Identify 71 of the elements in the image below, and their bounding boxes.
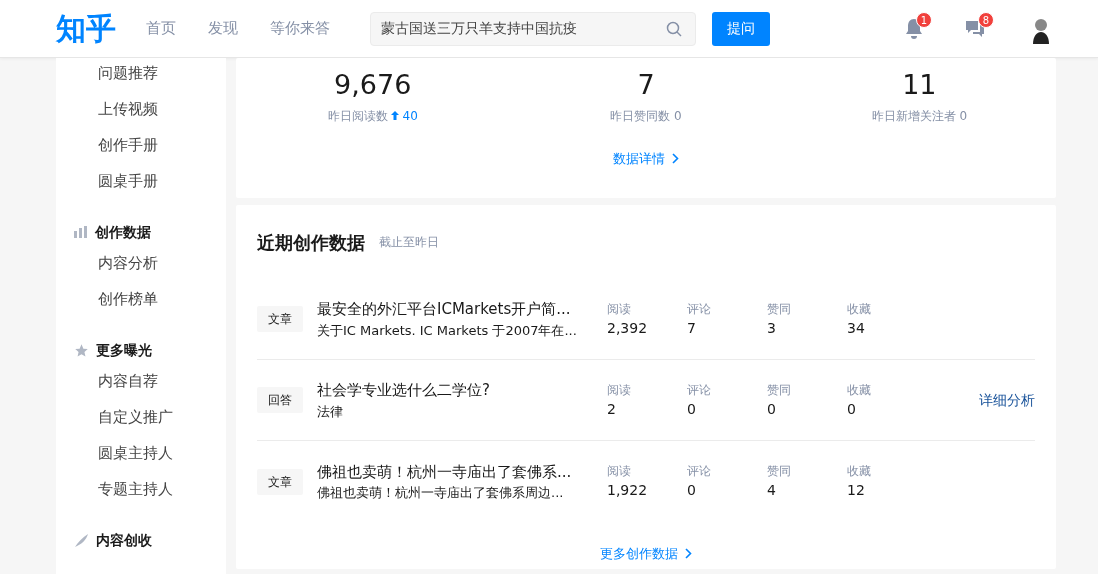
metric-value: 0 bbox=[767, 399, 777, 419]
post-title[interactable]: 社会学专业选什么二学位? bbox=[317, 379, 607, 402]
post-excerpt: 法律 bbox=[317, 402, 344, 421]
metric-label: 评论 bbox=[687, 300, 712, 318]
sidebar-item[interactable]: 上传视频 bbox=[56, 96, 226, 132]
metric-value: 2 bbox=[607, 399, 617, 419]
group-title: 创作数据 bbox=[95, 222, 151, 242]
sidebar-item[interactable]: 圆桌主持人 bbox=[56, 440, 226, 476]
type-tag: 文章 bbox=[257, 306, 303, 332]
metric-label: 阅读 bbox=[607, 463, 632, 480]
star-icon bbox=[74, 342, 89, 358]
sidebar-item[interactable]: 问题推荐 bbox=[56, 60, 226, 96]
metric-value: 0 bbox=[687, 481, 697, 500]
metric-label: 收藏 bbox=[847, 463, 872, 480]
stat-value: 11 bbox=[901, 70, 938, 100]
metric-label: 阅读 bbox=[607, 381, 632, 399]
search-field[interactable]: 蒙古国送三万只羊支持中国抗疫 bbox=[370, 11, 696, 46]
metric-label: 评论 bbox=[687, 381, 712, 399]
sidebar-item[interactable]: 自定义推广 bbox=[56, 404, 226, 440]
metric-label: 收藏 bbox=[847, 300, 872, 318]
metric-label: 赞同 bbox=[767, 381, 792, 399]
leaf-icon bbox=[74, 532, 89, 548]
search-icon[interactable] bbox=[666, 20, 682, 37]
metric-value: 4 bbox=[767, 481, 777, 500]
detail-link[interactable]: 详细分析 bbox=[979, 389, 1035, 411]
stat-delta: 40 bbox=[402, 107, 418, 125]
up-arrow-icon bbox=[391, 111, 399, 121]
metric-label: 赞同 bbox=[767, 463, 792, 480]
metric-value: 0 bbox=[847, 399, 857, 419]
sidebar-item[interactable]: 专题主持人 bbox=[56, 476, 226, 512]
metric-value: 7 bbox=[687, 318, 697, 338]
metric-value: 12 bbox=[847, 481, 866, 500]
sidebar-item[interactable]: 内容分析 bbox=[56, 250, 226, 286]
type-tag: 文章 bbox=[257, 468, 303, 495]
metric-value: 3 bbox=[767, 318, 777, 338]
post-excerpt: 关于IC Markets. IC Markets 于2007年在... bbox=[317, 321, 578, 340]
sidebar-item[interactable]: 内容自荐 bbox=[56, 368, 226, 404]
metric-label: 评论 bbox=[687, 463, 712, 480]
type-tag: 回答 bbox=[257, 387, 303, 413]
chevron-right-icon bbox=[672, 152, 679, 164]
metric-value: 0 bbox=[687, 399, 697, 419]
post-title[interactable]: 最安全的外汇平台ICMarkets开户简... bbox=[317, 298, 607, 321]
group-title: 更多曝光 bbox=[96, 340, 152, 360]
count-badge: 1 bbox=[916, 11, 932, 28]
section-title: 近期创作数据 bbox=[257, 230, 365, 255]
post-title[interactable]: 佛祖也卖萌！杭州一寺庙出了套佛系... bbox=[317, 460, 607, 483]
stat-label: 昨日阅读数 bbox=[327, 107, 388, 125]
chevron-right-icon bbox=[685, 548, 692, 560]
metric-label: 赞同 bbox=[767, 300, 792, 318]
stat-value: 7 bbox=[636, 70, 656, 100]
metric-label: 阅读 bbox=[607, 300, 632, 318]
sidebar-item[interactable]: 创作手册 bbox=[56, 132, 226, 168]
ask-button[interactable]: 提问 bbox=[712, 11, 770, 46]
post-excerpt: 佛祖也卖萌！杭州一寺庙出了套佛系周边... bbox=[317, 484, 565, 502]
group-title: 内容创收 bbox=[96, 530, 152, 550]
metric-value: 34 bbox=[847, 318, 866, 338]
data-details-link[interactable]: 数据详情 bbox=[613, 148, 679, 169]
sidebar-item[interactable]: 圆桌手册 bbox=[56, 168, 226, 204]
stat-label: 昨日新增关注者 0 bbox=[871, 107, 968, 125]
chart-icon bbox=[74, 226, 88, 238]
stat-value: 9,676 bbox=[333, 70, 413, 100]
section-note: 截止至昨日 bbox=[379, 234, 439, 251]
sidebar-item[interactable]: 创作榜单 bbox=[56, 286, 226, 322]
count-badge: 8 bbox=[978, 12, 994, 28]
metric-value: 1,922 bbox=[607, 481, 649, 500]
bell-icon[interactable] bbox=[904, 17, 924, 40]
metric-value: 2,392 bbox=[607, 318, 649, 338]
logo[interactable]: 知乎 bbox=[56, 6, 146, 51]
more-data-link[interactable]: 更多创作数据 bbox=[600, 544, 692, 564]
metric-label: 收藏 bbox=[847, 381, 872, 399]
stat-label: 昨日赞同数 0 bbox=[610, 107, 682, 125]
